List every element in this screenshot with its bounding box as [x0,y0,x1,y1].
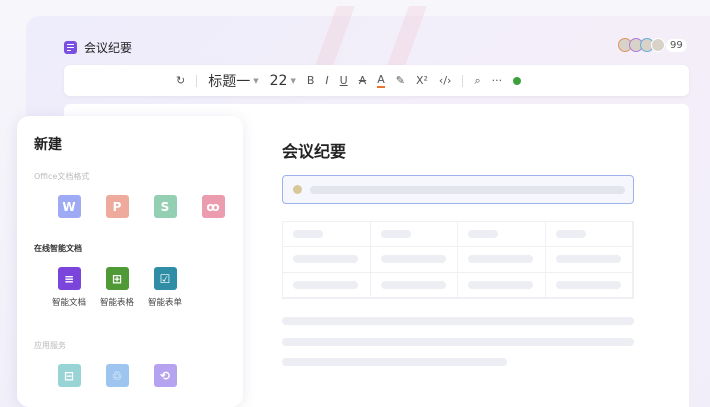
document-icon [64,41,77,54]
background-decoration [315,6,427,66]
smart-sheet-button[interactable]: ⊞ 智能表格 [93,267,141,308]
code-button[interactable]: ‹/› [439,74,452,87]
item-label: 智能表单 [147,298,182,308]
smart-form-icon: ☑ [153,267,177,290]
placeholder-line [282,338,634,346]
more-icon[interactable]: ··· [492,74,503,87]
superscript-button[interactable]: X² [416,74,428,87]
smart-doc-icon: ≡ [57,267,81,290]
item-label: 智能表格 [99,298,134,308]
divider [462,74,464,87]
section-label-smart: 在线智能文档 [34,244,82,253]
section-label-office: Office文档格式 [34,172,90,181]
chevron-down-icon[interactable]: ▼ [290,77,295,85]
text-block-selected[interactable] [282,175,634,204]
smart-sheet-icon: ⊞ [105,267,129,290]
section-label-apps: 应用服务 [34,341,66,350]
bold-button[interactable]: B [307,74,315,87]
app-flow-button[interactable]: ⊟ [57,364,81,387]
emoji-icon [293,185,302,194]
office-row: W P S ꝏ [45,195,237,218]
sheet-button[interactable]: S [153,195,177,218]
text-color-button[interactable]: A [377,73,385,88]
heading-style-select[interactable]: 标题一 [208,71,250,91]
smart-row: ≡ 智能文档 ⊞ 智能表格 ☑ 智能表单 [45,267,189,308]
ppt-button[interactable]: P [105,195,129,218]
apps-row: ⊟ ♲ ⟲ [45,364,189,387]
add-icon[interactable] [513,76,522,85]
collaborators[interactable]: 99 [618,38,687,52]
smart-form-button[interactable]: ☑ 智能表单 [141,267,189,308]
pdf-button[interactable]: ꝏ [201,195,225,218]
collaborator-count[interactable]: 99 [666,38,687,52]
search-icon[interactable]: ⌕ [474,74,480,88]
smart-doc-button[interactable]: ≡ 智能文档 [45,267,93,308]
italic-button[interactable]: I [325,74,328,87]
highlight-button[interactable]: ✎ [396,74,405,87]
placeholder-line [282,358,507,366]
panel-title: 新建 [34,137,62,153]
document-title-text: 会议纪要 [84,41,133,55]
word-doc-button[interactable]: W [57,195,81,218]
placeholder-line [310,185,625,194]
new-document-panel: 新建 Office文档格式 W P S ꝏ 在线智能文档 ≡ 智能文档 ⊞ 智能表格… [17,116,243,407]
app-link-button[interactable]: ♲ [105,364,129,387]
divider [196,74,198,87]
table-placeholder[interactable] [282,221,634,299]
document-title: 会议纪要 [64,39,132,56]
document-heading[interactable]: 会议纪要 [282,138,346,162]
item-label: 智能文档 [51,298,86,308]
avatar[interactable] [651,38,665,52]
font-size-select[interactable]: 22 [270,73,288,89]
underline-button[interactable]: U [340,74,348,87]
redo-icon[interactable]: ↻ [176,74,185,87]
format-toolbar: ↻ 标题一 ▼ 22 ▼ B I U A A ✎ X² ‹/› ⌕ ··· [64,65,689,96]
strikethrough-button[interactable]: A [359,74,367,87]
placeholder-line [282,317,634,325]
chevron-down-icon[interactable]: ▼ [253,77,258,85]
app-refresh-button[interactable]: ⟲ [153,364,177,387]
